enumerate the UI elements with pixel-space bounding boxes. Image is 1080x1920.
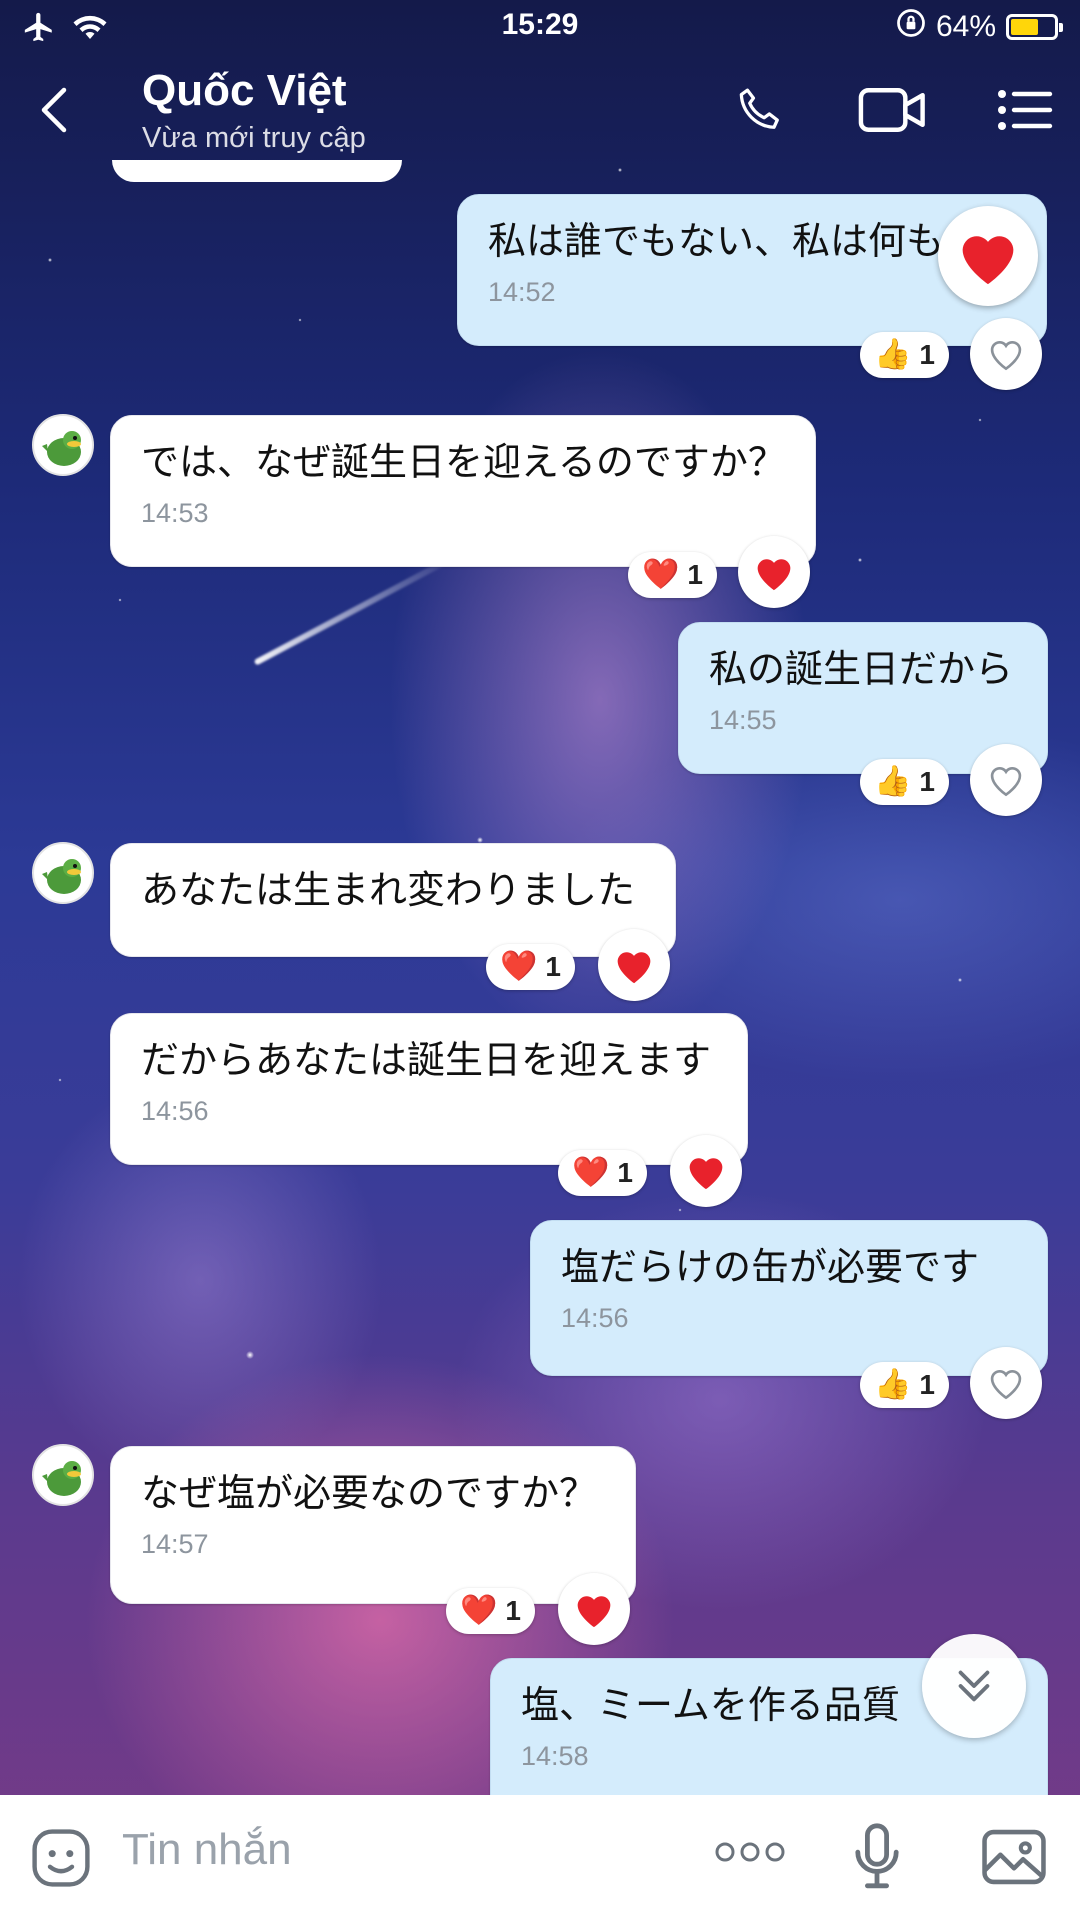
reaction-summary[interactable]: 👍 1 xyxy=(860,759,949,805)
dinosaur-avatar-icon xyxy=(42,859,81,894)
message-time: 14:58 xyxy=(521,1741,589,1771)
microphone-icon xyxy=(855,1823,899,1889)
contact-name[interactable]: Quốc Việt xyxy=(142,66,347,116)
video-call-icon xyxy=(858,88,925,132)
message-input-bar: Tin nhắn xyxy=(0,1795,1080,1920)
message-text: では、なぜ誕生日を迎えるのですか？ xyxy=(141,440,786,484)
react-button[interactable] xyxy=(970,744,1042,816)
scroll-to-bottom-button[interactable] xyxy=(922,1634,1026,1738)
reaction-summary[interactable]: 👍 1 xyxy=(860,332,949,378)
heart-reaction-popup[interactable] xyxy=(938,206,1038,306)
reaction-summary[interactable]: ❤️ 1 xyxy=(446,1588,535,1634)
message-time: 14:56 xyxy=(141,1096,209,1126)
avatar[interactable] xyxy=(32,1444,94,1506)
phone-icon xyxy=(739,88,779,129)
heart-icon: ❤️ xyxy=(642,558,680,591)
reaction-count: 1 xyxy=(617,1157,633,1188)
thumbs-up-icon: 👍 xyxy=(874,765,912,798)
message-text: 私は誰でもない、私は何も xyxy=(488,219,945,263)
react-button[interactable] xyxy=(970,318,1042,390)
reaction-summary[interactable]: 👍 1 xyxy=(860,1362,949,1408)
message-text: 塩だらけの缶が必要です xyxy=(561,1245,980,1289)
reaction-count: 1 xyxy=(919,766,935,797)
heart-icon: ❤️ xyxy=(572,1156,610,1189)
message-time: 14:55 xyxy=(709,705,777,735)
message-bubble-sent[interactable]: 塩だらけの缶が必要です 14:56 xyxy=(530,1220,1048,1376)
avatar[interactable] xyxy=(32,414,94,476)
heart-outline-icon xyxy=(990,767,1022,797)
message-text: 私の誕生日だから xyxy=(709,647,1014,691)
more-button[interactable] xyxy=(712,1837,788,1871)
message-text: なぜ塩が必要なのですか？ xyxy=(141,1471,598,1515)
message-text: あなたは生まれ変わりました xyxy=(141,868,636,912)
battery-icon xyxy=(1006,14,1063,40)
more-icon xyxy=(715,1842,785,1862)
reaction-count: 1 xyxy=(545,951,561,982)
menu-button[interactable] xyxy=(994,82,1058,138)
message-bubble-received[interactable]: なぜ塩が必要なのですか？ 14:57 xyxy=(110,1446,636,1604)
heart-icon: ❤️ xyxy=(500,950,538,983)
react-button[interactable] xyxy=(970,1347,1042,1419)
image-icon xyxy=(982,1829,1046,1885)
reaction-summary[interactable]: ❤️ 1 xyxy=(628,552,717,598)
heart-icon: ❤️ xyxy=(460,1594,498,1627)
menu-list-icon xyxy=(998,90,1053,130)
heart-icon xyxy=(689,1158,723,1190)
heart-icon xyxy=(757,559,791,591)
heart-icon xyxy=(962,236,1014,285)
heart-icon xyxy=(617,952,651,984)
reaction-summary[interactable]: ❤️ 1 xyxy=(486,944,575,990)
message-bubble-received[interactable]: では、なぜ誕生日を迎えるのですか？ 14:53 xyxy=(110,415,816,567)
call-button[interactable] xyxy=(728,82,792,138)
contact-status: Vừa mới truy cập xyxy=(142,122,366,154)
voice-button[interactable] xyxy=(852,1821,902,1897)
message-text: だからあなたは誕生日を迎えます xyxy=(141,1038,712,1082)
sticker-icon xyxy=(32,1829,90,1887)
reaction-count: 1 xyxy=(919,339,935,370)
message-time: 14:52 xyxy=(488,277,556,307)
heart-outline-icon xyxy=(990,1370,1022,1400)
heart-outline-icon xyxy=(990,341,1022,371)
chevron-double-down-icon xyxy=(958,1670,990,1702)
reaction-count: 1 xyxy=(919,1369,935,1400)
video-call-button[interactable] xyxy=(856,82,930,138)
thumbs-up-icon: 👍 xyxy=(874,338,912,371)
react-button[interactable] xyxy=(598,929,670,1001)
message-bubble-received[interactable]: だからあなたは誕生日を迎えます 14:56 xyxy=(110,1013,748,1165)
image-button[interactable] xyxy=(980,1825,1048,1893)
heart-icon xyxy=(577,1596,611,1628)
reaction-summary[interactable]: ❤️ 1 xyxy=(558,1150,647,1196)
battery-percent: 64% xyxy=(935,10,996,43)
avatar[interactable] xyxy=(32,842,94,904)
orientation-lock-icon xyxy=(896,8,926,46)
message-input[interactable]: Tin nhắn xyxy=(122,1825,292,1875)
dinosaur-avatar-icon xyxy=(42,431,81,466)
previous-message-bubble xyxy=(112,160,402,182)
thumbs-up-icon: 👍 xyxy=(874,1368,912,1401)
status-bar: 15:29 64% xyxy=(0,0,1080,54)
back-button[interactable] xyxy=(30,80,80,140)
battery-level xyxy=(1011,19,1038,35)
message-bubble-received[interactable]: あなたは生まれ変わりました xyxy=(110,843,676,957)
chat-header: Quốc Việt Vừa mới truy cập xyxy=(0,54,1080,164)
react-button[interactable] xyxy=(558,1573,630,1645)
sticker-button[interactable] xyxy=(28,1825,94,1895)
message-time: 14:53 xyxy=(141,498,209,528)
message-time: 14:57 xyxy=(141,1529,209,1559)
back-icon xyxy=(41,87,67,133)
react-button[interactable] xyxy=(738,536,810,608)
reaction-count: 1 xyxy=(687,559,703,590)
reaction-count: 1 xyxy=(505,1595,521,1626)
status-right: 64% xyxy=(896,8,1063,46)
react-button[interactable] xyxy=(670,1135,742,1207)
dinosaur-avatar-icon xyxy=(42,1461,81,1496)
message-time: 14:56 xyxy=(561,1303,629,1333)
